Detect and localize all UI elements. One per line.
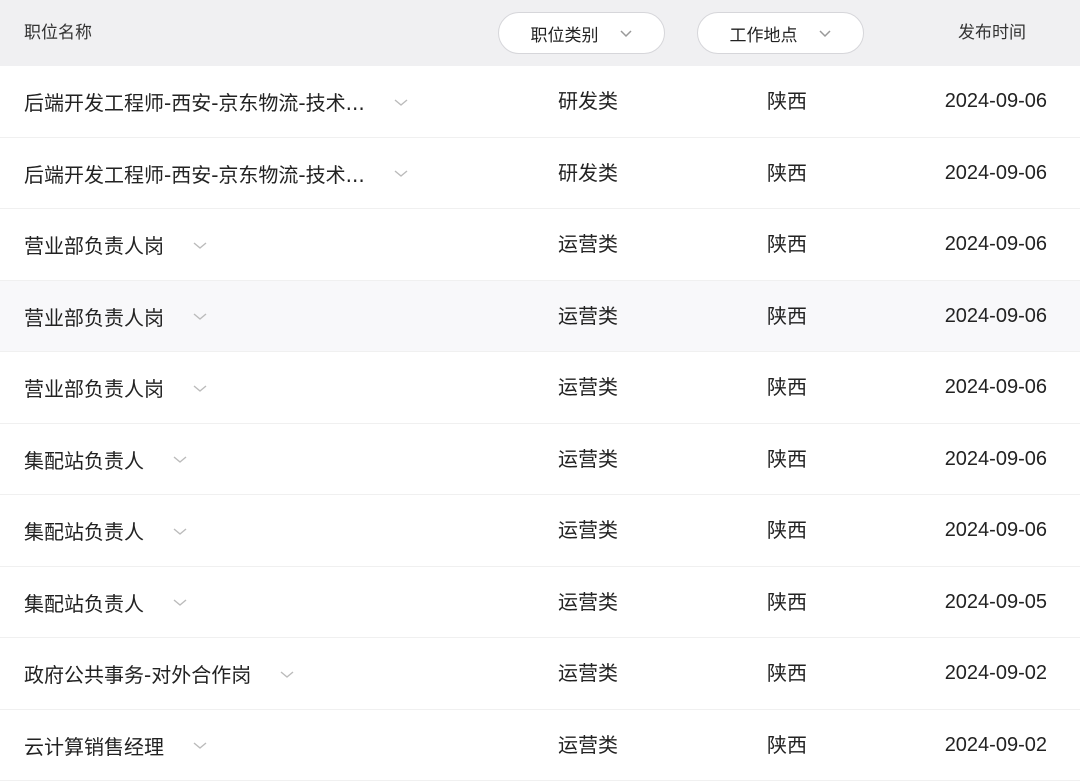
chevron-down-icon[interactable] bbox=[393, 165, 409, 181]
chevron-down-icon[interactable] bbox=[192, 308, 208, 324]
location-filter-dropdown[interactable]: 工作地点 bbox=[697, 12, 864, 54]
job-title[interactable]: 集配站负责人 bbox=[24, 588, 144, 617]
job-title-cell: 集配站负责人 bbox=[24, 424, 188, 495]
job-title-cell: 云计算销售经理 bbox=[24, 710, 208, 781]
table-row[interactable]: 集配站负责人 运营类 陕西 2024-09-06 bbox=[0, 495, 1080, 567]
publish-date: 2024-09-05 bbox=[944, 590, 1047, 613]
job-title-cell: 政府公共事务-对外合作岗 bbox=[24, 638, 295, 709]
chevron-down-icon[interactable] bbox=[172, 451, 188, 467]
job-title[interactable]: 集配站负责人 bbox=[24, 445, 144, 474]
job-category: 运营类 bbox=[558, 446, 618, 471]
job-title-cell: 营业部负责人岗 bbox=[24, 209, 208, 280]
table-row[interactable]: 营业部负责人岗 运营类 陕西 2024-09-06 bbox=[0, 280, 1080, 352]
publish-date: 2024-09-06 bbox=[944, 519, 1047, 541]
job-location: 陕西 bbox=[767, 89, 807, 113]
publish-date: 2024-09-06 bbox=[944, 376, 1047, 398]
column-header-title: 职位名称 bbox=[24, 23, 92, 43]
chevron-down-icon[interactable] bbox=[393, 94, 409, 110]
job-title[interactable]: 营业部负责人岗 bbox=[24, 230, 164, 259]
job-location: 陕西 bbox=[767, 732, 807, 757]
job-category: 运营类 bbox=[558, 661, 618, 685]
location-filter-label: 工作地点 bbox=[729, 25, 798, 46]
job-location: 陕西 bbox=[767, 661, 807, 685]
job-title[interactable]: 后端开发工程师-西安-京东物流-技术... bbox=[24, 159, 365, 188]
publish-date: 2024-09-06 bbox=[944, 233, 1047, 255]
job-title[interactable]: 营业部负责人岗 bbox=[24, 302, 164, 331]
job-list-table: 职位名称 职位类别 工作地点 发布时间 后端开发工程师-西安-京东物流-技术..… bbox=[0, 0, 1080, 781]
table-row[interactable]: 后端开发工程师-西安-京东物流-技术... 研发类 陕西 2024-09-06 bbox=[0, 137, 1080, 209]
job-location: 陕西 bbox=[767, 589, 807, 614]
table-row[interactable]: 政府公共事务-对外合作岗 运营类 陕西 2024-09-02 bbox=[0, 638, 1080, 710]
job-title-cell: 营业部负责人岗 bbox=[24, 281, 208, 352]
job-title[interactable]: 营业部负责人岗 bbox=[24, 373, 164, 402]
table-row[interactable]: 集配站负责人 运营类 陕西 2024-09-06 bbox=[0, 423, 1080, 495]
job-location: 陕西 bbox=[767, 518, 807, 542]
job-category: 运营类 bbox=[558, 232, 618, 256]
job-location: 陕西 bbox=[767, 375, 807, 399]
table-row[interactable]: 云计算销售经理 运营类 陕西 2024-09-02 bbox=[0, 709, 1080, 781]
chevron-down-icon[interactable] bbox=[192, 737, 208, 753]
chevron-down-icon[interactable] bbox=[192, 237, 208, 253]
category-filter-label: 职位类别 bbox=[530, 25, 599, 46]
table-row[interactable]: 后端开发工程师-西安-京东物流-技术... 研发类 陕西 2024-09-06 bbox=[0, 66, 1080, 138]
job-location: 陕西 bbox=[767, 303, 807, 328]
job-location: 陕西 bbox=[767, 160, 807, 185]
job-title[interactable]: 云计算销售经理 bbox=[24, 731, 164, 760]
publish-date: 2024-09-02 bbox=[944, 662, 1047, 684]
job-title-cell: 后端开发工程师-西安-京东物流-技术... bbox=[24, 66, 409, 137]
job-category: 运营类 bbox=[558, 375, 618, 399]
publish-date: 2024-09-06 bbox=[944, 447, 1047, 470]
job-title[interactable]: 政府公共事务-对外合作岗 bbox=[24, 659, 251, 688]
job-category: 运营类 bbox=[558, 589, 618, 614]
chevron-down-icon[interactable] bbox=[172, 523, 188, 539]
chevron-down-icon[interactable] bbox=[172, 594, 188, 610]
job-title-cell: 集配站负责人 bbox=[24, 495, 188, 566]
job-category: 运营类 bbox=[558, 518, 618, 542]
publish-date: 2024-09-02 bbox=[944, 733, 1047, 756]
publish-date: 2024-09-06 bbox=[944, 161, 1047, 184]
table-row[interactable]: 营业部负责人岗 运营类 陕西 2024-09-06 bbox=[0, 352, 1080, 424]
chevron-down-icon[interactable] bbox=[192, 380, 208, 396]
job-location: 陕西 bbox=[767, 232, 807, 256]
job-title-cell: 集配站负责人 bbox=[24, 567, 188, 638]
job-title[interactable]: 集配站负责人 bbox=[24, 516, 144, 545]
job-title[interactable]: 后端开发工程师-西安-京东物流-技术... bbox=[24, 87, 365, 116]
job-location: 陕西 bbox=[767, 446, 807, 471]
publish-date: 2024-09-06 bbox=[944, 90, 1047, 112]
table-header: 职位名称 职位类别 工作地点 发布时间 bbox=[0, 0, 1080, 66]
job-title-cell: 营业部负责人岗 bbox=[24, 352, 208, 423]
job-category: 运营类 bbox=[558, 732, 618, 757]
chevron-down-icon bbox=[619, 30, 632, 38]
table-row[interactable]: 集配站负责人 运营类 陕西 2024-09-05 bbox=[0, 566, 1080, 638]
table-row[interactable]: 营业部负责人岗 运营类 陕西 2024-09-06 bbox=[0, 209, 1080, 281]
job-title-cell: 后端开发工程师-西安-京东物流-技术... bbox=[24, 138, 409, 209]
chevron-down-icon bbox=[818, 30, 831, 38]
category-filter-dropdown[interactable]: 职位类别 bbox=[498, 12, 665, 54]
job-category: 研发类 bbox=[558, 89, 618, 113]
job-category: 研发类 bbox=[558, 160, 618, 185]
publish-date: 2024-09-06 bbox=[944, 304, 1047, 327]
column-header-date: 发布时间 bbox=[958, 23, 1026, 43]
table-body: 后端开发工程师-西安-京东物流-技术... 研发类 陕西 2024-09-06 … bbox=[0, 66, 1080, 781]
job-category: 运营类 bbox=[558, 303, 618, 328]
chevron-down-icon[interactable] bbox=[279, 666, 295, 682]
